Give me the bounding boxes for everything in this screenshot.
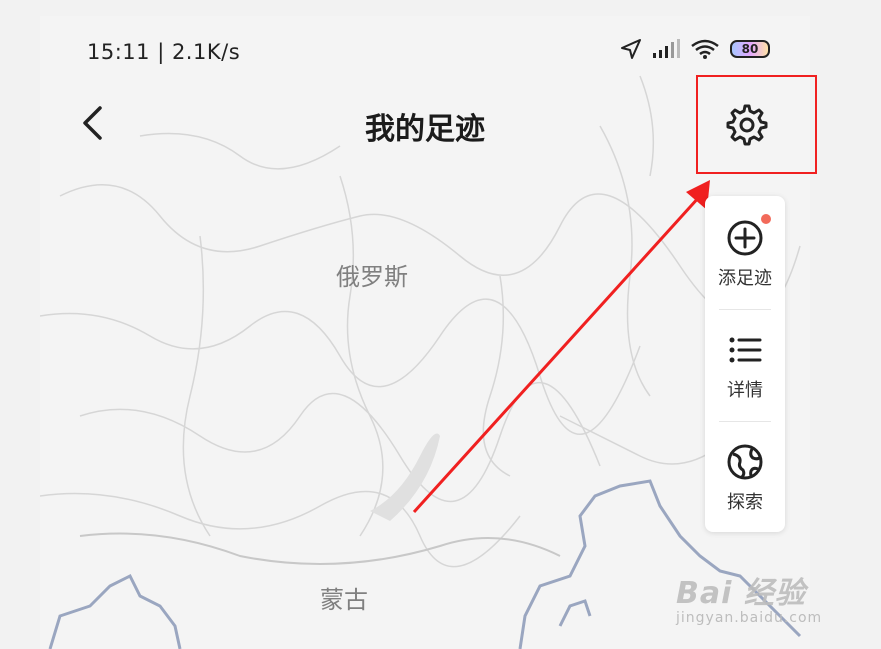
watermark-logo: Bai 经验 jingyan.baidu.com: [676, 568, 822, 626]
explore-button[interactable]: 探索: [705, 420, 785, 530]
add-circle-icon: [727, 220, 763, 256]
add-footprint-label: 添足迹: [718, 268, 772, 289]
watermark-main-text: Bai 经验: [676, 576, 806, 611]
explore-label: 探索: [727, 492, 763, 513]
list-icon: [729, 337, 762, 363]
add-footprint-button[interactable]: 添足迹: [705, 196, 785, 306]
notification-dot: [761, 214, 771, 224]
side-action-panel: 添足迹 详情 探索: [705, 196, 785, 532]
watermark-url: jingyan.baidu.com: [676, 610, 823, 626]
details-button[interactable]: 详情: [705, 308, 785, 418]
globe-icon: [727, 444, 763, 480]
details-label: 详情: [727, 380, 763, 401]
